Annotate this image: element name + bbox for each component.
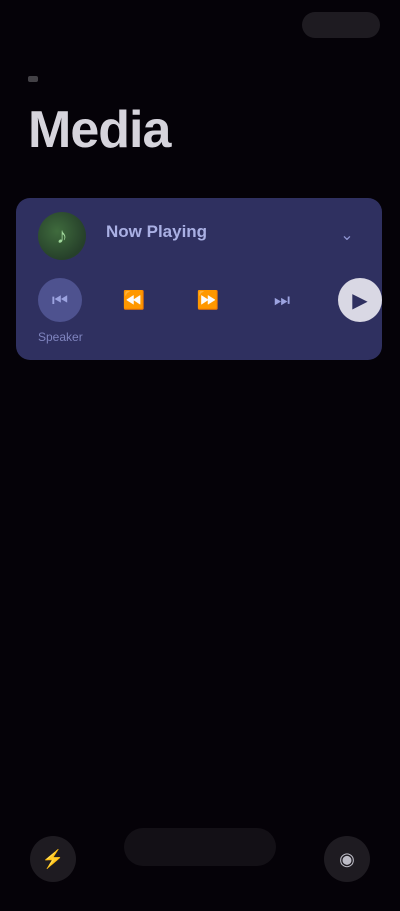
track-title: Now Playing bbox=[106, 222, 208, 241]
output-device-label: Speaker bbox=[38, 330, 83, 344]
next-button[interactable]: ⏭ bbox=[260, 278, 304, 322]
media-card[interactable]: ♪ Now Playing ⌄ ⏮ ⏪ ⏩ ⏭ ▶ Speaker bbox=[16, 198, 382, 360]
forward-button[interactable]: ⏩ bbox=[186, 278, 230, 322]
previous-button[interactable]: ⏮ bbox=[38, 278, 82, 322]
expand-icon[interactable]: ⌄ bbox=[334, 222, 360, 248]
flashlight-icon: ⚡ bbox=[41, 848, 65, 869]
status-pill bbox=[302, 12, 380, 38]
music-note-icon: ♪ bbox=[38, 212, 86, 260]
rewind-button[interactable]: ⏪ bbox=[112, 278, 156, 322]
page-indicator bbox=[28, 76, 38, 82]
unlock-hint bbox=[124, 828, 276, 866]
play-button[interactable]: ▶ bbox=[338, 278, 382, 322]
camera-button[interactable]: ◉ bbox=[324, 836, 370, 882]
flashlight-button[interactable]: ⚡ bbox=[30, 836, 76, 882]
page-title: Media bbox=[28, 101, 171, 159]
playback-controls: ⏮ ⏪ ⏩ ⏭ ▶ bbox=[38, 278, 382, 322]
camera-icon: ◉ bbox=[339, 848, 355, 869]
